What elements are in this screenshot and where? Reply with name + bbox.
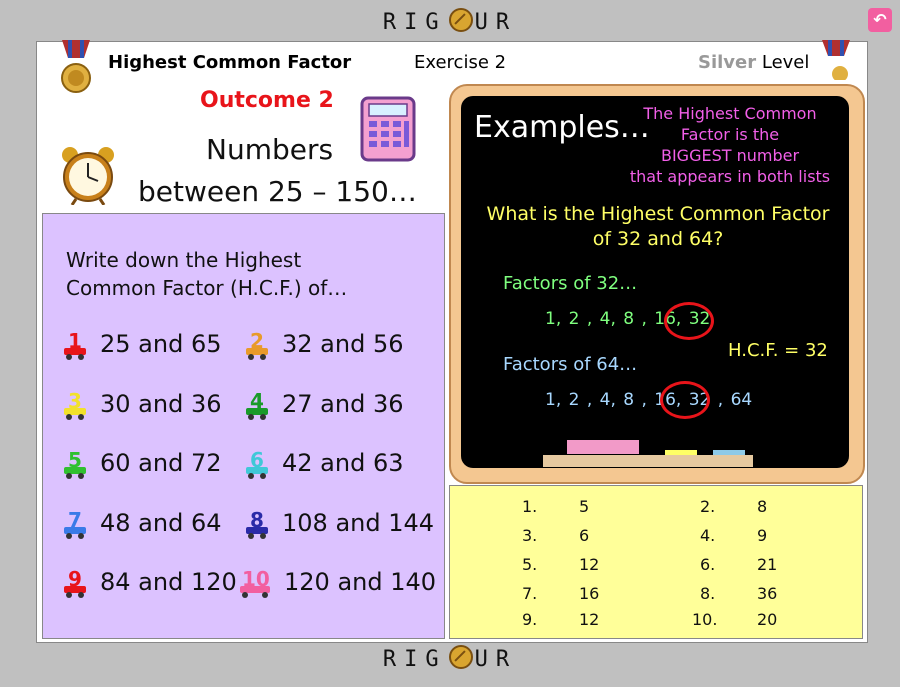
question-text: 108 and 144 (282, 509, 435, 537)
question-text: 84 and 120 (100, 568, 237, 596)
answer-num: 9. (522, 610, 538, 629)
level-word: Silver (698, 52, 757, 73)
exercise-label: Exercise 2 (414, 52, 507, 73)
brand-text-right: UR (474, 10, 518, 35)
question-10: 10 120 and 140 (240, 567, 437, 598)
answer-num: 8. (700, 584, 716, 603)
factors-64-label: Factors of 64… (503, 354, 638, 375)
train-number-icon: 9 (64, 567, 94, 598)
example-question-line-2: of 32 and 64? (592, 228, 724, 250)
brand-bottom: RIG UR (0, 645, 900, 683)
question-text: 48 and 64 (100, 509, 222, 537)
train-number-icon: 3 (64, 389, 94, 420)
compass-icon (448, 645, 473, 669)
answers-panel (449, 485, 863, 639)
question-text: 32 and 56 (282, 330, 404, 358)
chalk-yellow (665, 450, 697, 455)
example-question: What is the Highest Common Factor of 32 … (478, 202, 838, 252)
note-line-4: that appears in both lists (629, 167, 831, 186)
factors-64-list: 1, 2 , 4, 8 , 16, 32 , 64 (545, 390, 753, 410)
answer-value: 12 (579, 555, 600, 574)
answer-value: 8 (757, 497, 768, 516)
question-text: 120 and 140 (284, 568, 437, 596)
brand-text-right: UR (474, 647, 518, 672)
hcf-definition: The Highest Common Factor is the BIGGEST… (620, 103, 840, 187)
answer-num: 6. (700, 555, 716, 574)
train-number-icon: 4 (246, 389, 276, 420)
note-line-3: BIGGEST number (660, 146, 800, 165)
answer-value: 6 (579, 526, 590, 545)
answer-num: 7. (522, 584, 538, 603)
question-5: 5 60 and 72 (64, 448, 222, 479)
brand-text-left: RIG (382, 10, 447, 35)
answer-num: 1. (522, 497, 538, 516)
train-number-icon: 6 (246, 448, 276, 479)
chalk-blue (713, 450, 745, 455)
calculator-icon (360, 96, 416, 162)
answer-num: 4. (700, 526, 716, 545)
level-suffix: Level (761, 52, 810, 73)
question-9: 9 84 and 120 (64, 567, 237, 598)
question-4: 4 27 and 36 (246, 389, 404, 420)
train-number-icon: 1 (64, 329, 94, 360)
answer-value: 21 (757, 555, 778, 574)
train-number-icon: 10 (240, 567, 278, 598)
intro-line-1: Write down the Highest (66, 248, 302, 272)
medal-icon-right (822, 40, 850, 80)
undo-icon[interactable]: ↶ (868, 8, 892, 32)
highlight-circle (660, 381, 710, 419)
medal-icon (61, 40, 91, 93)
answer-num: 10. (692, 610, 718, 629)
question-text: 30 and 36 (100, 390, 222, 418)
topic-title: Highest Common Factor (108, 52, 352, 73)
train-number-icon: 8 (246, 508, 276, 539)
question-6: 6 42 and 63 (246, 448, 404, 479)
example-question-line-1: What is the Highest Common Factor (486, 203, 830, 225)
answer-value: 5 (579, 497, 590, 516)
intro-line-2: Common Factor (H.C.F.) of… (66, 276, 348, 300)
answer-num: 3. (522, 526, 538, 545)
train-number-icon: 2 (246, 329, 276, 360)
answer-value: 16 (579, 584, 600, 603)
question-1: 1 25 and 65 (64, 329, 222, 360)
question-text: 25 and 65 (100, 330, 222, 358)
question-7: 7 48 and 64 (64, 508, 222, 539)
train-number-icon: 7 (64, 508, 94, 539)
question-text: 27 and 36 (282, 390, 404, 418)
answer-value: 36 (757, 584, 778, 603)
questions-intro: Write down the Highest Common Factor (H.… (66, 246, 426, 302)
note-line-1: The Highest Common (643, 104, 817, 123)
note-line-2: Factor is the (680, 125, 780, 144)
subtitle-line1: Numbers (206, 133, 334, 166)
answer-value: 12 (579, 610, 600, 629)
question-2: 2 32 and 56 (246, 329, 404, 360)
question-text: 42 and 63 (282, 449, 404, 477)
question-3: 3 30 and 36 (64, 389, 222, 420)
subtitle-line2: between 25 – 150… (138, 175, 417, 208)
answer-num: 5. (522, 555, 538, 574)
factors-32-label: Factors of 32… (503, 273, 638, 294)
question-8: 8 108 and 144 (246, 508, 435, 539)
answer-value: 9 (757, 526, 768, 545)
brand-text-left: RIG (382, 647, 447, 672)
alarm-clock-icon (62, 147, 114, 205)
chalk-ledge (543, 455, 753, 467)
answer-num: 2. (700, 497, 716, 516)
answer-value: 20 (757, 610, 778, 629)
train-number-icon: 5 (64, 448, 94, 479)
compass-icon (448, 8, 473, 32)
level-label: Silver Level (698, 52, 809, 73)
outcome-title: Outcome 2 (200, 88, 334, 113)
highlight-circle (664, 302, 714, 340)
question-text: 60 and 72 (100, 449, 222, 477)
hcf-answer: H.C.F. = 32 (728, 340, 828, 361)
board-eraser (567, 440, 639, 454)
